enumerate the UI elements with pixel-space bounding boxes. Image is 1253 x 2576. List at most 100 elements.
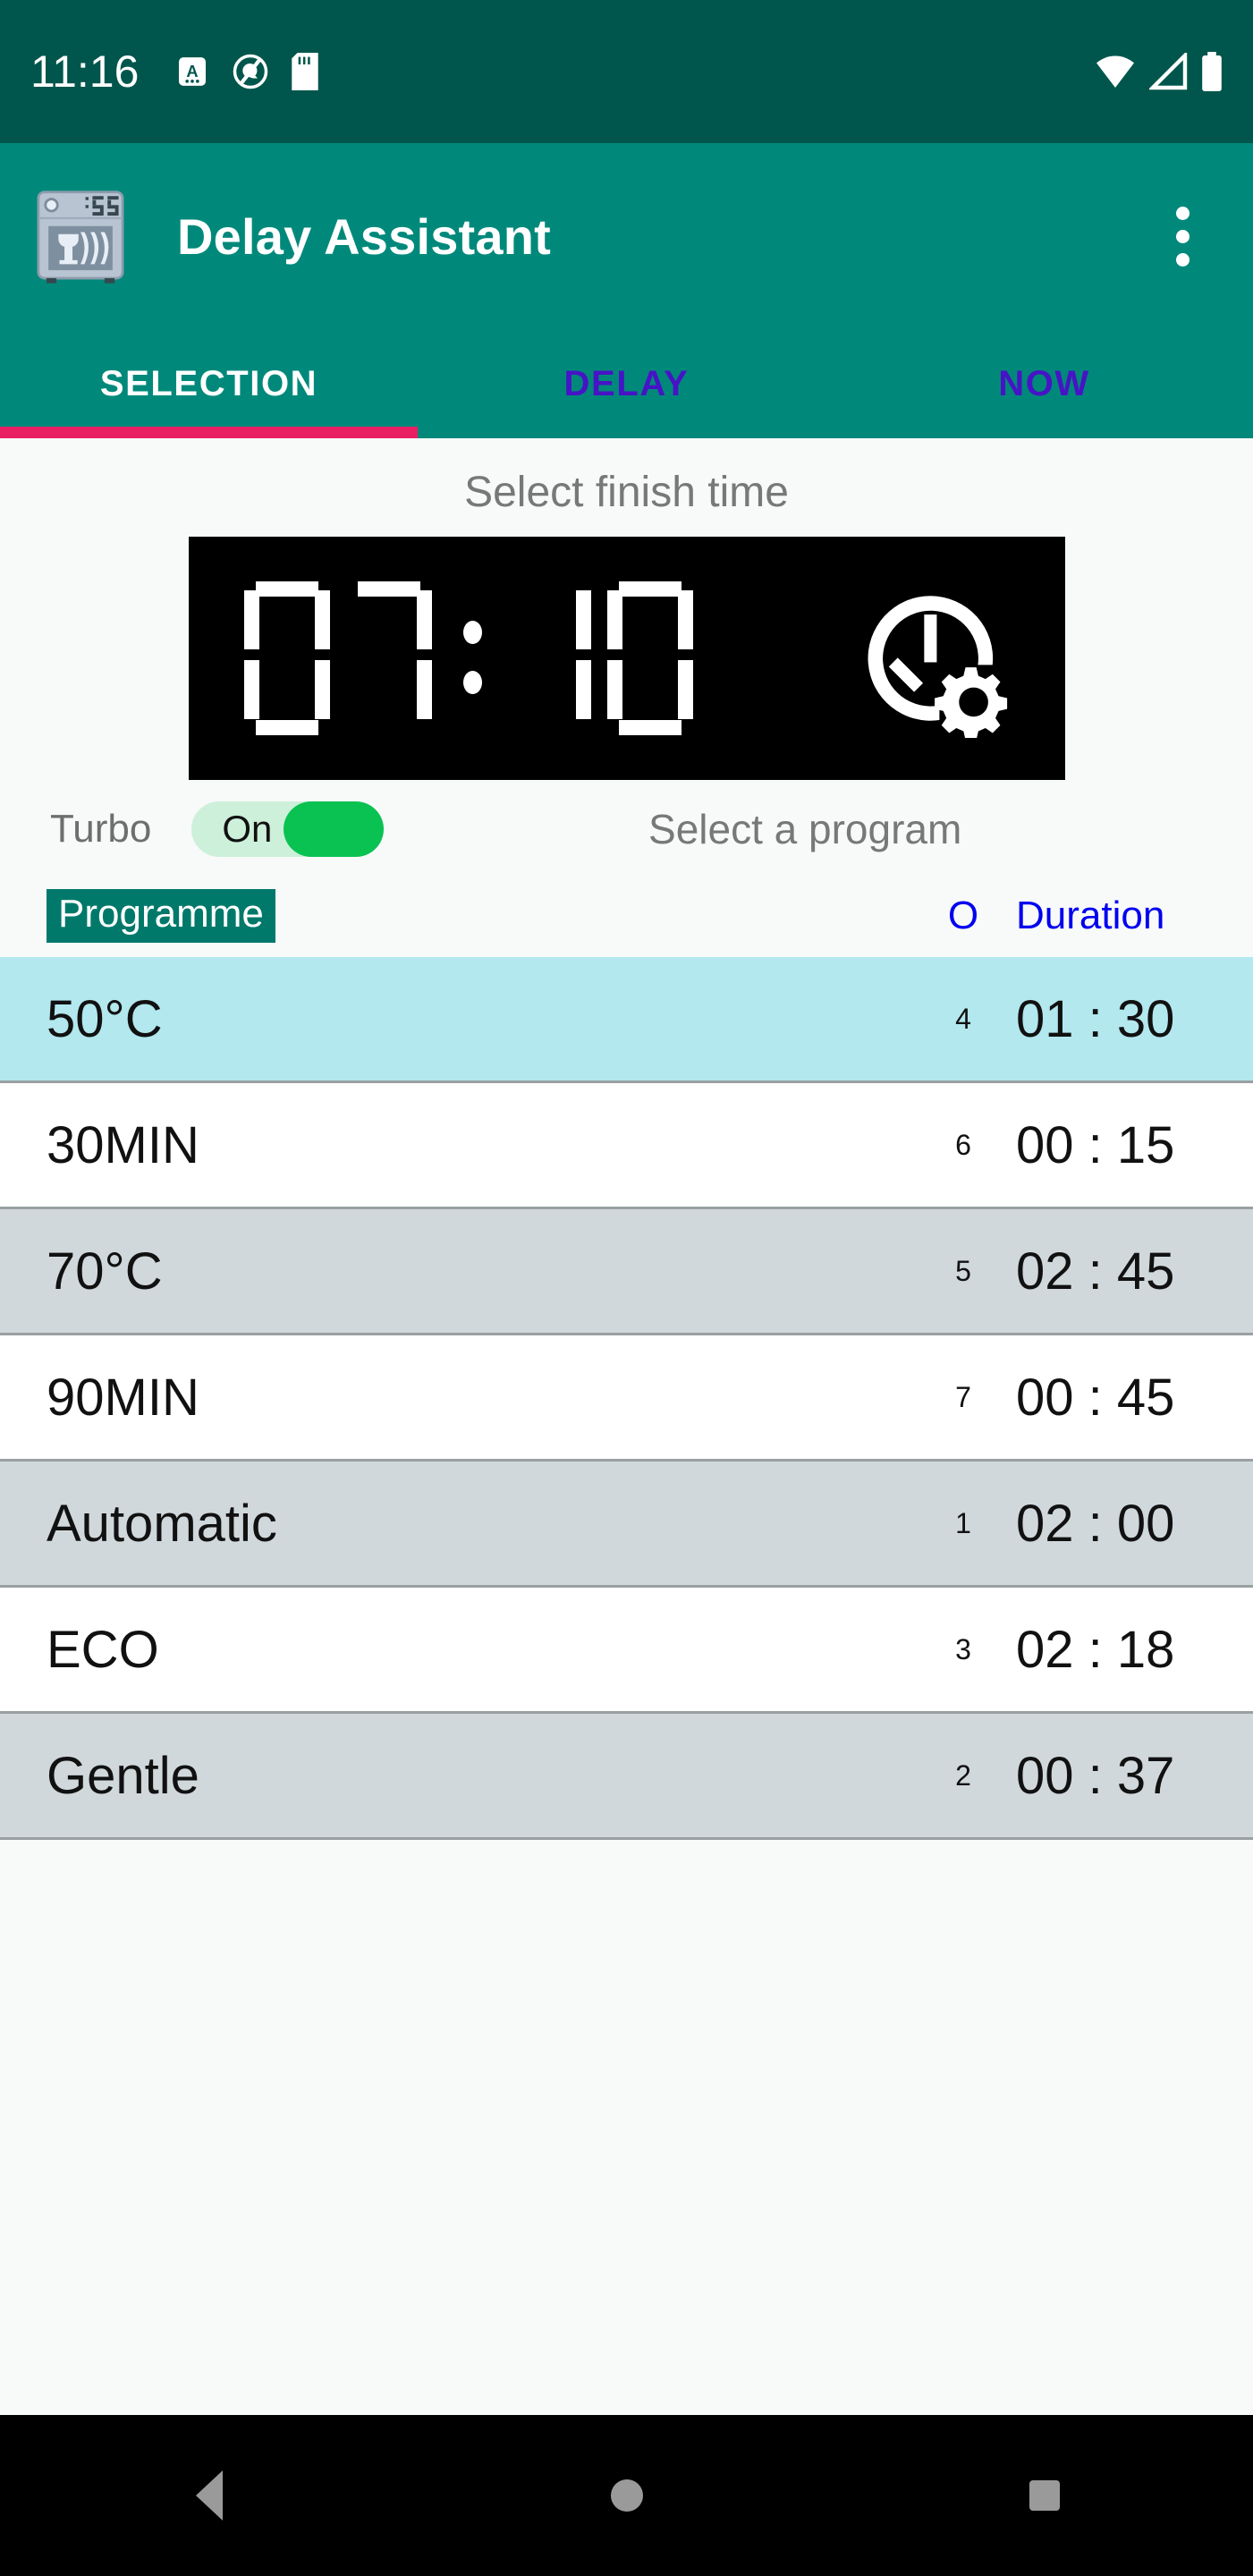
colon-dot-bottom — [462, 671, 482, 694]
colon-dot-top — [462, 621, 482, 644]
cell-order: 1 — [955, 1506, 971, 1539]
section-title: Select finish time — [464, 469, 789, 516]
cell-order: 3 — [955, 1632, 971, 1665]
tab-bar: SELECTION DELAY NOW — [0, 329, 1253, 438]
cell-duration: 02 : 45 — [1016, 1241, 1175, 1301]
turbo-switch-thumb — [284, 801, 385, 857]
content-area: Select finish time Turbo On Select a pro… — [0, 438, 1253, 2415]
table-body: 50°C 4 01 : 30 30MIN 6 00 : 15 70°C 5 02 : 45 90M… — [0, 957, 1253, 1840]
status-bar-right-icons — [1094, 52, 1223, 91]
seg-b — [314, 590, 330, 649]
cell-duration: 02 : 00 — [1016, 1494, 1175, 1553]
seg-digit-7 — [346, 581, 432, 735]
seg-e — [243, 660, 259, 719]
seg-digit-1 — [505, 581, 591, 735]
cell-programme-name: ECO — [47, 1620, 159, 1679]
column-header-order[interactable]: O — [910, 894, 1016, 938]
seg-a — [255, 581, 318, 597]
status-bar-left-icons: A — [174, 53, 319, 90]
seg-c — [677, 660, 693, 719]
battery-icon — [1202, 52, 1222, 91]
seg-d — [255, 720, 318, 735]
seg-digit-0 — [606, 581, 693, 735]
cell-programme-name: 70°C — [47, 1241, 163, 1301]
cell-duration: 00 : 15 — [1016, 1115, 1175, 1174]
table-row[interactable]: Gentle 2 00 : 37 — [0, 1714, 1253, 1840]
table-row[interactable]: 70°C 5 02 : 45 — [0, 1209, 1253, 1335]
recents-square-icon — [1029, 2480, 1060, 2511]
finish-time-display[interactable] — [188, 537, 1065, 780]
turbo-label: Turbo — [50, 807, 152, 851]
cell-programme-name: 90MIN — [47, 1368, 199, 1427]
seg-b — [575, 590, 591, 649]
cell-duration: 02 : 18 — [1016, 1620, 1175, 1679]
table-row[interactable]: 30MIN 6 00 : 15 — [0, 1083, 1253, 1209]
cell-programme-name: Automatic — [47, 1494, 277, 1553]
nav-recents-button[interactable] — [955, 2415, 1134, 2576]
tab-now[interactable]: NOW — [835, 364, 1253, 404]
table-row[interactable]: 50°C 4 01 : 30 — [0, 957, 1253, 1083]
app-title: Delay Assistant — [177, 208, 551, 265]
overflow-dot — [1175, 206, 1190, 220]
table-header-row: Programme O Duration — [0, 875, 1253, 957]
cell-programme-name: Gentle — [47, 1746, 199, 1805]
table-empty-space — [0, 1840, 1253, 2415]
cell-duration: 00 : 37 — [1016, 1746, 1175, 1805]
cell-order: 7 — [955, 1380, 971, 1413]
keyboard-input-a-icon: A — [179, 57, 207, 86]
overflow-dot — [1175, 229, 1190, 243]
system-navigation-bar — [0, 2415, 1253, 2576]
seg-b — [416, 590, 432, 649]
seg-b — [677, 590, 693, 649]
home-circle-icon — [610, 2479, 643, 2512]
status-bar: 11:16 A — [0, 0, 1253, 143]
seg-f — [606, 590, 622, 649]
cellular-signal-icon — [1149, 53, 1188, 90]
seg-f — [243, 590, 259, 649]
app-root: 11:16 A Delay Assistant SELECTION DELAY … — [0, 0, 1253, 2576]
nav-back-button[interactable] — [120, 2415, 299, 2576]
column-header-duration[interactable]: Duration — [1016, 894, 1253, 938]
turbo-state-label: On — [222, 808, 273, 850]
cell-order: 2 — [955, 1758, 971, 1792]
table-row[interactable]: 90MIN 7 00 : 45 — [0, 1335, 1253, 1462]
tab-delay[interactable]: DELAY — [418, 364, 835, 404]
cell-duration: 00 : 45 — [1016, 1368, 1175, 1427]
tab-indicator — [0, 427, 418, 438]
turbo-switch[interactable]: On — [191, 801, 385, 857]
seg-a — [618, 581, 682, 597]
seg-d — [618, 720, 682, 735]
cell-order: 4 — [955, 1002, 971, 1035]
turbo-group: Turbo On — [0, 801, 385, 857]
column-header-programme[interactable]: Programme — [47, 889, 275, 943]
status-bar-clock: 11:16 — [30, 47, 140, 97]
nav-home-button[interactable] — [538, 2415, 716, 2576]
lcd-colon — [448, 581, 496, 735]
seg-digit-0 — [243, 581, 330, 735]
app-bar: Delay Assistant — [0, 143, 1253, 329]
overflow-menu-icon[interactable] — [1142, 187, 1223, 285]
table-row[interactable]: Automatic 1 02 : 00 — [0, 1462, 1253, 1588]
dishwasher-icon — [37, 191, 124, 284]
lcd-time-readout — [243, 581, 842, 735]
cell-programme-name: 30MIN — [47, 1115, 199, 1174]
seg-c — [416, 660, 432, 719]
seg-a — [357, 581, 420, 597]
cell-order: 6 — [955, 1128, 971, 1161]
quiet-mode-q-icon — [233, 54, 268, 89]
lcd-minutes — [505, 581, 709, 735]
cell-programme-name: 50°C — [47, 989, 163, 1048]
options-row: Turbo On Select a program — [0, 780, 1253, 875]
tab-selection[interactable]: SELECTION — [0, 364, 418, 404]
clock-settings-icon[interactable] — [851, 579, 1010, 738]
seg-c — [575, 660, 591, 719]
svg-text:A: A — [187, 62, 199, 80]
seg-c — [314, 660, 330, 719]
lcd-hours — [243, 581, 448, 735]
seg-e — [606, 660, 622, 719]
program-table: Programme O Duration 50°C 4 01 : 30 30MIN 6 0… — [0, 875, 1253, 1840]
program-hint: Select a program — [648, 806, 962, 852]
cell-duration: 01 : 30 — [1016, 989, 1175, 1048]
table-row[interactable]: ECO 3 02 : 18 — [0, 1588, 1253, 1714]
cell-order: 5 — [955, 1254, 971, 1287]
